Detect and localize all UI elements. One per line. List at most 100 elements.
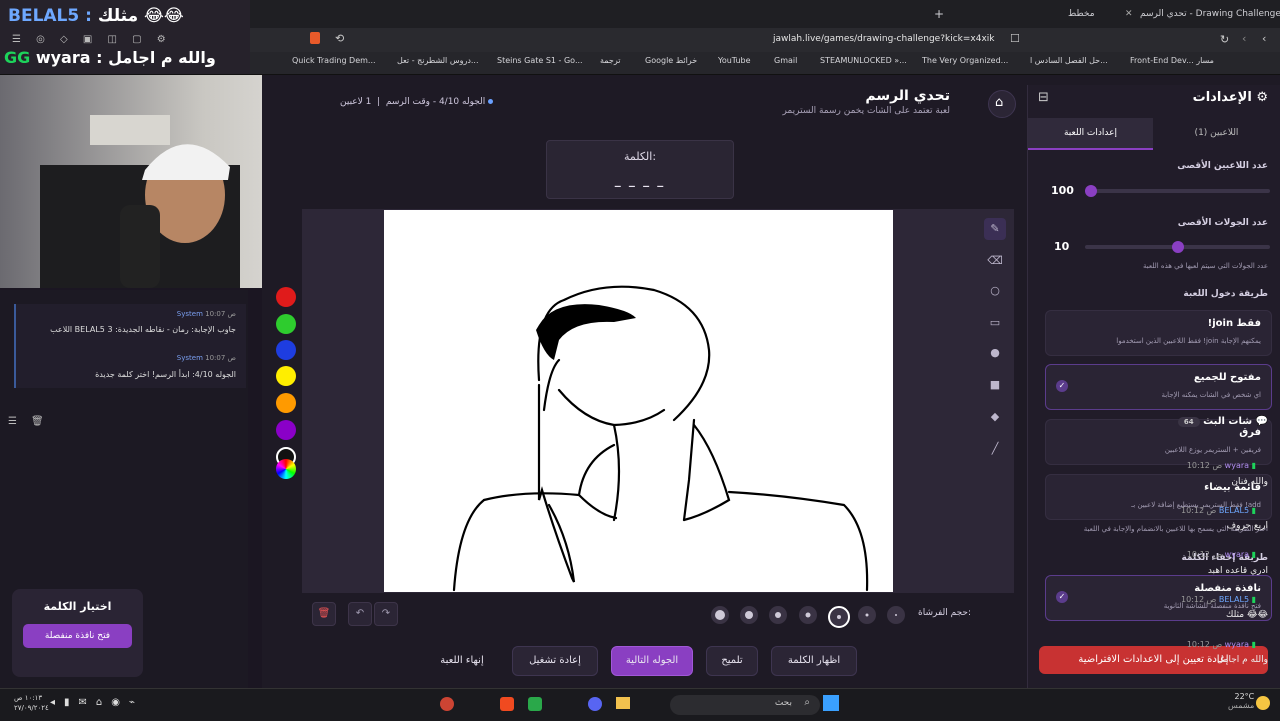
folder-icon[interactable] <box>616 697 630 709</box>
bookmark-item[interactable]: Gmail <box>774 56 797 65</box>
stream-overlay-chat: BELAL5 : مثلك 😂😂 ☰ ◎ ◇ ▣ ◫ ▢ ⚙ GG wyara … <box>0 0 250 74</box>
clock-time: ١٠:١٣ ص <box>14 694 43 702</box>
log-entry-header: System 10:07 ص <box>177 354 236 362</box>
msg-user: BELAL5 <box>1218 595 1250 604</box>
rect-fill-icon[interactable]: ■ <box>984 374 1006 396</box>
sun-icon <box>1256 696 1270 710</box>
brush-size-option[interactable] <box>769 606 787 624</box>
back-icon[interactable]: ‹ <box>1262 32 1266 45</box>
end-game-button[interactable]: إنهاء اللعبة <box>430 646 494 676</box>
brush-size-option[interactable] <box>799 606 817 624</box>
fill-bucket-icon[interactable]: ◆ <box>984 406 1006 428</box>
line-icon[interactable]: ╱ <box>984 438 1006 460</box>
chat-message-header: 10:12 ص BELAL5 ▮ <box>1181 595 1256 604</box>
max-players-slider[interactable] <box>1085 189 1270 193</box>
chat-menu-icon[interactable]: ☰ <box>8 416 17 427</box>
tab-players[interactable]: اللاعبين (1) <box>1154 118 1279 148</box>
history-icon[interactable]: ⟲ <box>335 32 344 45</box>
join-option-join-only[interactable]: !join فقط فقط اللاعبين الذين استخدموا !j… <box>1045 310 1272 356</box>
show-word-button[interactable]: اظهار الكلمة <box>771 646 857 676</box>
brush-size-option[interactable] <box>858 606 876 624</box>
restart-button[interactable]: إعادة تشغيل <box>512 646 598 676</box>
open-separate-window-button[interactable]: فتح نافذة منفصلة <box>23 624 132 648</box>
search-icon: ⌕ <box>804 697 810 708</box>
bookmark-item[interactable]: Google خرائط <box>645 56 697 65</box>
page-title: تحدي الرسم <box>865 88 950 104</box>
choose-word-title: اختيار الكلمة <box>43 600 112 613</box>
players-count: 1 لاعبين <box>340 97 372 107</box>
max-rounds-value: 10 <box>1054 240 1070 253</box>
tab-game-settings[interactable]: إعدادات اللعبة <box>1028 118 1153 150</box>
tab-drawing-challenge[interactable]: تحدي الرسم - Drawing Challenge <box>1140 4 1280 24</box>
option-title: فرق <box>1239 427 1261 438</box>
drawing-canvas[interactable] <box>384 210 893 592</box>
join-option-open[interactable]: ✓ مفتوح للجميع اي شخص في الشات يمكنه الإ… <box>1045 364 1272 410</box>
msg-time: 10:12 ص <box>1186 461 1223 470</box>
chat-message-header: 10:12 ص wyara ▮ <box>1186 640 1256 649</box>
url-input[interactable]: jawlah.live/games/drawing-challenge?kick… <box>773 34 995 44</box>
collapse-panel-icon[interactable]: ⊟ <box>1038 90 1049 105</box>
brush-size-option-selected[interactable] <box>828 606 850 628</box>
hint-button[interactable]: تلميح <box>706 646 758 676</box>
xbox-icon[interactable] <box>528 697 542 711</box>
circle-fill-icon[interactable]: ● <box>984 342 1006 364</box>
word-box: الكلمة: _ _ _ _ <box>546 140 734 199</box>
bookmark-item[interactable]: Front-End Dev... مسار <box>1130 56 1214 65</box>
log-text: الجوله 4/10: ابدأ الرسم! اختر كلمة جديدة <box>95 370 236 379</box>
color-swatch-blue[interactable] <box>276 340 296 360</box>
bookmark-icon[interactable]: ☐ <box>1010 32 1020 45</box>
bookmark-item[interactable]: حل الفصل السادس ا... <box>1030 56 1108 65</box>
chat-bubble-icon: 💬 <box>1255 416 1268 427</box>
discord-icon[interactable] <box>588 697 602 711</box>
reload-icon[interactable]: ↻ <box>1220 33 1229 46</box>
gear-icon: ⚙ <box>1256 90 1268 105</box>
drawing-strokes <box>452 285 869 592</box>
next-round-button[interactable]: الجوله التالية <box>611 646 693 676</box>
max-rounds-slider-thumb[interactable] <box>1171 241 1184 253</box>
home-button[interactable]: ⌂ <box>988 90 1016 118</box>
brave-icon[interactable] <box>500 697 514 711</box>
taskbar-search[interactable]: بحث ⌕ <box>670 695 820 715</box>
brush-size-option[interactable] <box>740 606 758 624</box>
redo-icon[interactable]: ↷ <box>374 602 398 626</box>
brave-shield-icon[interactable] <box>310 32 320 44</box>
option-desc: فقط اللاعبين الذين استخدموا !join يمكنهم… <box>1116 337 1261 345</box>
color-swatch-purple[interactable] <box>276 420 296 440</box>
windows-start-icon[interactable] <box>823 695 839 711</box>
chat-delete-icon[interactable]: 🗑 <box>31 416 44 427</box>
chat-message-header: 10:12 ص wyara ▮ <box>1186 550 1256 559</box>
brush-size-option[interactable] <box>711 606 729 624</box>
color-swatch-green[interactable] <box>276 314 296 334</box>
msg-user: wyara <box>1224 640 1250 649</box>
bookmark-item[interactable]: Steins Gate S1 - Go... <box>497 56 583 65</box>
app-icon[interactable] <box>440 697 454 711</box>
weather: 22°C مشمس <box>1228 692 1254 710</box>
overlay-badges-row: ☰ ◎ ◇ ▣ ◫ ▢ ⚙ <box>12 34 172 45</box>
color-swatch-red[interactable] <box>276 287 296 307</box>
color-swatch-yellow[interactable] <box>276 366 296 386</box>
circle-outline-icon[interactable]: ○ <box>984 280 1006 302</box>
trash-icon[interactable]: 🗑 <box>312 602 336 626</box>
bookmark-item[interactable]: The Very Organized... <box>922 56 1008 65</box>
eraser-icon[interactable]: ⌫ <box>984 250 1006 272</box>
max-players-slider-thumb[interactable] <box>1085 185 1097 197</box>
rect-outline-icon[interactable]: ▭ <box>984 312 1006 334</box>
log-sender: System <box>176 310 203 318</box>
msg-time: 10:12 ص <box>1181 506 1217 515</box>
tab-chart[interactable]: مخطط <box>1068 4 1095 24</box>
bookmark-item[interactable]: YouTube <box>718 56 751 65</box>
pencil-icon[interactable]: ✎ <box>984 218 1006 240</box>
brush-size-option[interactable] <box>887 606 905 624</box>
bookmark-item[interactable]: Quick Trading Dem... <box>292 56 376 65</box>
bookmark-item[interactable]: دروس الشطرنج - تعل... <box>397 56 479 65</box>
bookmark-item[interactable]: STEAMUNLOCKED »... <box>820 56 907 65</box>
custom-color-picker[interactable] <box>276 459 296 479</box>
chat-message-header: 10:12 ص BELAL5 ▮ <box>1181 506 1256 515</box>
undo-icon[interactable]: ↶ <box>348 602 372 626</box>
new-tab-icon[interactable]: + <box>934 4 944 24</box>
log-sender: System <box>176 354 203 362</box>
forward-icon[interactable]: ‹ <box>1242 32 1246 45</box>
bookmark-item[interactable]: ترجمة <box>600 56 621 65</box>
close-icon[interactable]: ✕ <box>1125 4 1133 24</box>
color-swatch-orange[interactable] <box>276 393 296 413</box>
